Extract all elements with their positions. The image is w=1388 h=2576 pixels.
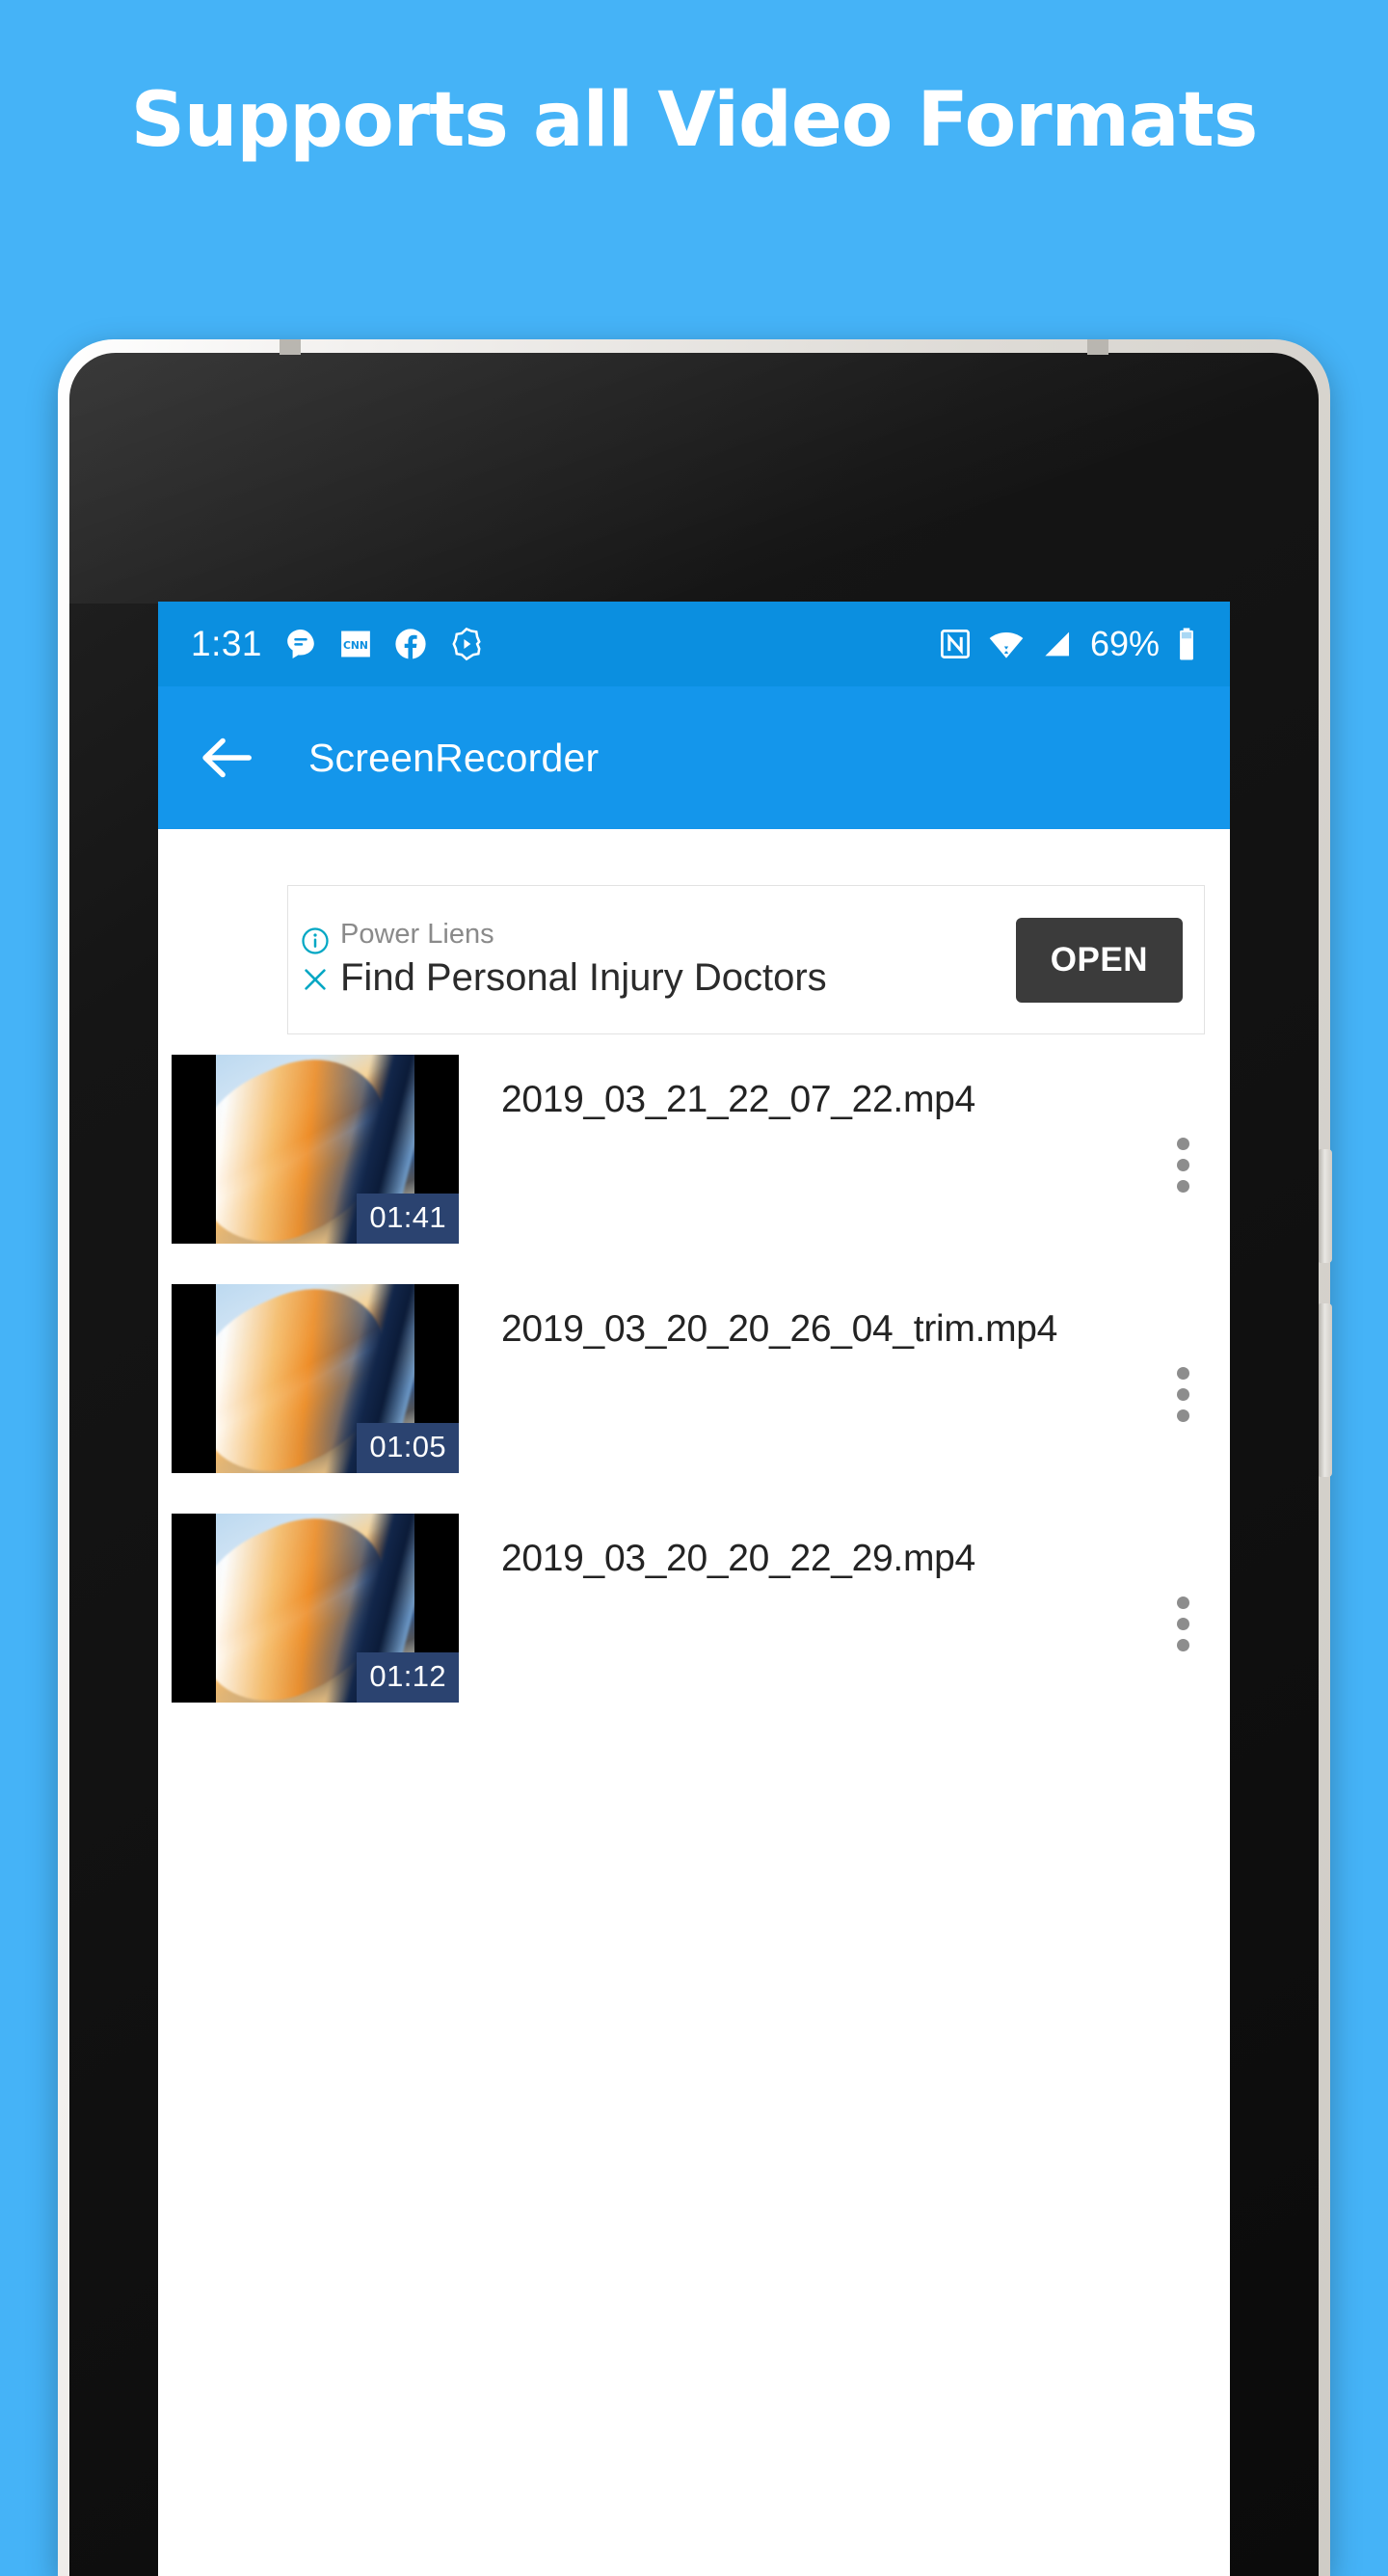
video-list-item[interactable]: 01:12 2019_03_20_20_22_29.mp4 [158,1509,1230,1738]
phone-mockup: 1:31 CNN 69% ScreenRecorder Power Liens … [58,339,1332,2576]
video-duration-badge: 01:41 [357,1194,459,1244]
status-bar: 1:31 CNN 69% [158,602,1230,686]
status-clock: 1:31 [191,624,263,663]
facebook-icon [393,627,428,661]
video-file-name: 2019_03_20_20_22_29.mp4 [501,1538,975,1579]
svg-text:CNN: CNN [343,639,368,652]
app-bar-title: ScreenRecorder [308,735,600,780]
ad-close-icon[interactable] [301,965,330,994]
power-button[interactable] [1319,1149,1332,1263]
cellular-signal-icon [1041,628,1074,660]
ad-text: Power Liens Find Personal Injury Doctors [336,919,1016,1000]
wifi-icon [988,628,1025,660]
video-duration-badge: 01:05 [357,1423,459,1473]
antenna-band-right [1087,339,1108,355]
messages-icon [283,627,318,661]
volume-button[interactable] [1319,1303,1332,1477]
ad-marks [288,886,336,1033]
video-overflow-menu-icon[interactable] [1149,1137,1216,1193]
battery-percent-label: 69% [1089,624,1160,663]
video-overflow-menu-icon[interactable] [1149,1596,1216,1651]
back-arrow-icon[interactable] [197,728,256,788]
app-bar: ScreenRecorder [158,686,1230,829]
nfc-icon [939,628,972,660]
video-file-name: 2019_03_21_22_07_22.mp4 [501,1079,975,1120]
ad-open-button[interactable]: OPEN [1015,917,1183,1003]
video-thumbnail[interactable]: 01:05 [172,1284,459,1473]
battery-icon [1176,627,1197,661]
video-list-item[interactable]: 01:05 2019_03_20_20_26_04_trim.mp4 [158,1279,1230,1509]
ad-info-icon[interactable] [301,926,330,955]
ad-advertiser: Power Liens [340,919,494,951]
status-bar-right: 69% [939,624,1197,664]
video-list-item[interactable]: 01:41 2019_03_21_22_07_22.mp4 [158,1050,1230,1279]
video-list: 01:41 2019_03_21_22_07_22.mp4 01:05 2019… [158,1050,1230,1738]
phone-screen: 1:31 CNN 69% ScreenRecorder Power Liens … [158,602,1230,2576]
page-title: Supports all Video Formats [130,77,1259,164]
cnn-icon: CNN [339,628,372,660]
video-thumbnail[interactable]: 01:41 [172,1055,459,1244]
ad-banner[interactable]: Power Liens Find Personal Injury Doctors… [287,885,1205,1034]
video-overflow-menu-icon[interactable] [1149,1366,1216,1422]
antenna-band-left [280,339,301,355]
video-file-name: 2019_03_20_20_26_04_trim.mp4 [501,1308,1058,1350]
main-content: Power Liens Find Personal Injury Doctors… [158,885,1230,2576]
video-duration-badge: 01:12 [357,1652,459,1703]
video-thumbnail[interactable]: 01:12 [172,1514,459,1703]
ad-headline: Find Personal Injury Doctors [340,955,827,999]
status-bar-left: 1:31 CNN [191,624,484,664]
play-badge-icon [449,627,484,661]
